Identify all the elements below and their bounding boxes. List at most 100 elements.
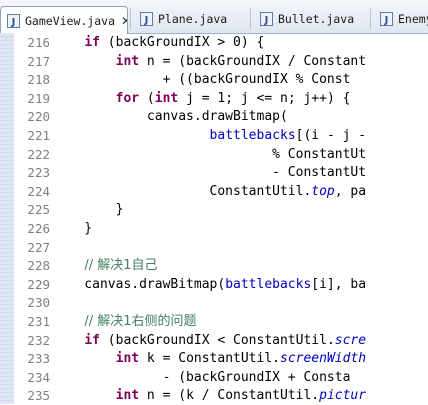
line-number: 224 [27, 183, 50, 199]
line-number: 217 [27, 53, 50, 69]
svg-text:J: J [11, 17, 16, 28]
code-text: } [53, 202, 124, 218]
code-content: canvas.drawBitmap( [53, 108, 288, 126]
code-text: (backGroundIX > 0) { [99, 35, 265, 50]
code-content: + ((backGroundIX % Const [53, 71, 351, 89]
code-line[interactable]: 218 + ((backGroundIX % Const [0, 71, 428, 89]
code-content: - ConstantUt [53, 164, 366, 182]
tab-bullet[interactable]: J Bullet.java [254, 6, 366, 32]
comment: // 解决1右侧的问题 [84, 314, 197, 329]
line-number: 232 [27, 332, 50, 348]
tab-label: GameView.java [25, 13, 116, 28]
code-content: canvas.drawBitmap(battlebacks[i], ba [53, 276, 366, 294]
code-line[interactable]: 221 battlebacks[(i - j - [0, 127, 428, 145]
field-ref: battlebacks [209, 128, 296, 143]
line-number: 234 [27, 369, 50, 385]
tab-separator [250, 9, 251, 29]
line-number: 227 [27, 239, 50, 255]
line-number: 231 [27, 314, 50, 329]
code-content: // 解决1自己 [53, 257, 157, 275]
code-line[interactable]: 230 [0, 294, 428, 312]
code-content: - (backGroundIX + Consta [53, 369, 351, 387]
tab-plane[interactable]: J Plane.java [134, 6, 246, 32]
line-number: 226 [27, 221, 50, 236]
code-line[interactable]: 217 int n = (backGroundIX / Constant [0, 53, 428, 71]
line-number: 221 [27, 128, 50, 143]
static-field-ref: pictur [319, 388, 367, 404]
line-number: 230 [27, 295, 50, 311]
code-text: , pa [334, 183, 367, 199]
code-line[interactable]: 234 - (backGroundIX + Consta [0, 369, 428, 387]
code-text: ConstantUtil. [53, 183, 312, 199]
java-file-icon: J [380, 12, 393, 26]
tab-enemy[interactable]: J Enemy [374, 6, 428, 32]
line-number: 218 [27, 72, 50, 88]
code-line[interactable]: 228 // 解决1自己 [0, 257, 428, 275]
code-content: int n = (backGroundIX / Constant [53, 53, 366, 71]
keyword: int [115, 351, 140, 367]
code-text: } [53, 221, 93, 236]
code-content: // 解决1右侧的问题 [53, 313, 196, 331]
tab-label: Enemy [398, 12, 428, 26]
code-text: n = (backGroundIX / Constant [139, 53, 367, 69]
java-file-icon: J [140, 12, 153, 26]
java-file-icon: J [260, 12, 273, 26]
code-line[interactable]: 229 canvas.drawBitmap(battlebacks[i], ba [0, 276, 428, 294]
code-text: [(i - j - [295, 128, 367, 143]
tab-label: Bullet.java [278, 12, 355, 26]
code-content: int n = (k / ConstantUtil.pictur [53, 387, 366, 405]
editor-tab-bar: J GameView.java ✕ J Plane.java J Bullet.… [0, 0, 428, 34]
comment: // 解决1自己 [84, 258, 158, 274]
svg-text:J: J [264, 15, 269, 26]
keyword: int [115, 53, 140, 69]
code-text: % ConstantUt [53, 146, 367, 162]
code-line[interactable]: 225 } [0, 201, 428, 219]
code-text: ( [139, 90, 155, 106]
line-number: 229 [27, 276, 50, 292]
code-line[interactable]: 232 if (backGroundIX < ConstantUtil.scre [0, 332, 428, 350]
code-line[interactable]: 231 // 解决1右侧的问题 [0, 313, 428, 331]
tab-gameview[interactable]: J GameView.java ✕ [0, 6, 128, 34]
code-line[interactable]: 226 } [0, 220, 428, 238]
code-line[interactable]: 235 int n = (k / ConstantUtil.pictur [0, 387, 428, 405]
keyword: if [84, 332, 100, 348]
line-number: 216 [27, 35, 50, 50]
code-line[interactable]: 220 canvas.drawBitmap( [0, 108, 428, 126]
code-text: k = ConstantUtil. [139, 351, 280, 367]
code-line[interactable]: 224 ConstantUtil.top, pa [0, 183, 428, 201]
code-line[interactable]: 223 - ConstantUt [0, 164, 428, 182]
close-icon[interactable]: ✕ [121, 14, 127, 28]
field-ref: battlebacks [225, 276, 312, 292]
code-line[interactable]: 216 if (backGroundIX > 0) { [0, 34, 428, 52]
svg-text:J: J [384, 15, 389, 26]
code-text: - ConstantUt [53, 165, 367, 181]
java-file-icon: J [7, 13, 20, 28]
code-text: j = 1; j <= n; j++) { [178, 90, 351, 106]
code-text: n = (k / ConstantUtil. [139, 388, 320, 404]
code-editor[interactable]: 216 if (backGroundIX > 0) {217 int n = (… [0, 33, 428, 404]
code-content: ConstantUtil.top, pa [53, 183, 367, 201]
tab-label: Plane.java [158, 12, 228, 26]
static-field-ref: scre [334, 332, 367, 348]
code-text: canvas.drawBitmap( [53, 109, 288, 125]
code-line[interactable]: 233 int k = ConstantUtil.screenWidth [0, 350, 428, 368]
keyword: int [154, 90, 179, 106]
code-text: canvas.drawBitmap( [53, 276, 226, 292]
code-content: } [53, 201, 124, 219]
code-line[interactable]: 227 [0, 239, 428, 257]
line-number: 222 [27, 146, 50, 162]
code-line[interactable]: 219 for (int j = 1; j <= n; j++) { [0, 90, 428, 108]
code-line[interactable]: 222 % ConstantUt [0, 146, 428, 164]
tab-separator [130, 9, 131, 29]
line-number: 235 [27, 388, 50, 404]
code-text: - (backGroundIX + Consta [53, 369, 351, 385]
code-content: int k = ConstantUtil.screenWidth [53, 350, 366, 368]
